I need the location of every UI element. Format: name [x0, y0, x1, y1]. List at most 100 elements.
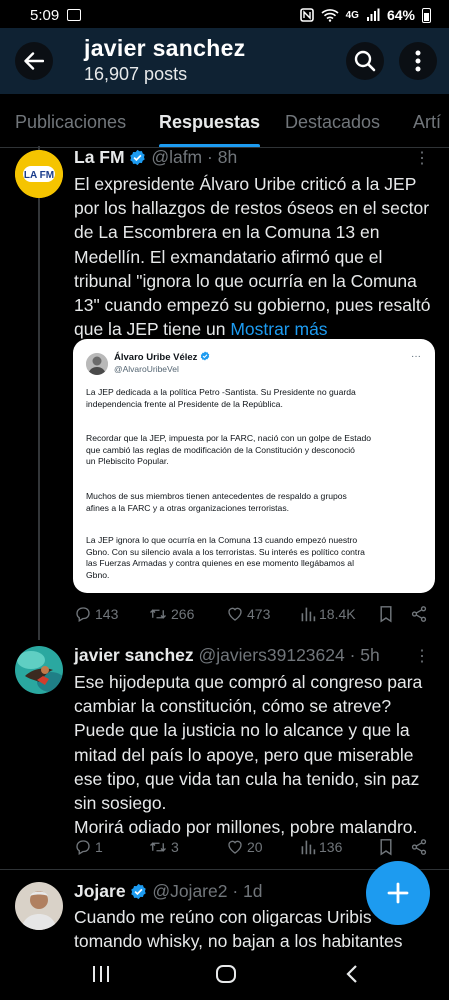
bookmark-icon [380, 839, 392, 856]
more-vertical-icon [415, 50, 421, 72]
avatar[interactable] [15, 646, 63, 694]
embedded-image[interactable]: Álvaro Uribe Vélez @AlvaroUribeVel ··· L… [73, 339, 435, 593]
like-button[interactable]: 20 [226, 838, 263, 856]
tweet-header: Jojare @Jojare2 · 1d [74, 881, 263, 902]
share-button[interactable] [410, 838, 428, 856]
reply-icon [76, 607, 90, 622]
tweet-header: javier sanchez @javiers39123624 · 5h [74, 645, 380, 666]
verified-badge-icon [131, 883, 147, 900]
views-count: 136 [319, 839, 343, 855]
status-time: 5:09 [30, 6, 60, 24]
repost-icon [150, 609, 166, 619]
tweet-header: La FM @lafm · 8h [74, 147, 237, 168]
recent-apps-icon [93, 966, 109, 982]
tweet-time: · 1d [232, 881, 263, 901]
plus-icon [387, 882, 409, 904]
post-count: 16,907 posts [84, 64, 188, 84]
reply-button[interactable]: 143 [74, 605, 118, 623]
lafm-logo-icon: LA FM [15, 150, 63, 198]
share-button[interactable] [410, 605, 428, 623]
like-button[interactable]: 473 [226, 605, 270, 623]
card-name-text: Álvaro Uribe Vélez [114, 352, 198, 363]
views-button[interactable]: 136 [300, 838, 342, 856]
card-line: La JEP ignora lo que ocurría en la Comun… [86, 535, 358, 545]
tweet-text: El expresidente Álvaro Uribe criticó a l… [74, 172, 436, 341]
recent-apps-button[interactable] [86, 962, 116, 986]
card-paragraph: Muchos de sus miembros tienen antecedent… [86, 491, 424, 514]
back-nav-button[interactable] [337, 962, 367, 986]
avatar[interactable]: LA FM [15, 150, 63, 198]
card-paragraph: La JEP ignora lo que ocurría en la Comun… [86, 535, 424, 581]
card-line: Gbno. [86, 569, 110, 580]
search-button[interactable] [346, 42, 384, 80]
author-name[interactable]: La FM [74, 147, 125, 167]
tweet-actions: 143 266 473 18.4K [74, 605, 436, 629]
heart-icon [228, 840, 242, 854]
tweet-line: por los hallazgos de restos óseos en el … [74, 198, 430, 219]
card-line: Muchos de sus miembros tienen antecedent… [86, 491, 347, 501]
network-type: 4G [345, 9, 359, 21]
nfc-icon [299, 8, 314, 22]
author-name[interactable]: javier sanchez [74, 645, 194, 665]
avatar[interactable] [15, 882, 63, 930]
verified-badge-icon [130, 149, 146, 166]
home-button[interactable] [211, 962, 241, 986]
card-line: Gbno. Con su silencio avala a los terror… [86, 546, 365, 557]
author-handle[interactable]: @javiers39123624 [199, 645, 345, 665]
views-chart-icon [301, 607, 316, 622]
profile-name: javier sanchez [84, 35, 246, 61]
repost-button[interactable]: 3 [148, 838, 179, 856]
tab-destacados[interactable]: Destacados [285, 94, 380, 147]
status-icons: 4G 64% [299, 7, 431, 23]
reply-count: 143 [95, 606, 119, 622]
repost-count: 3 [171, 839, 179, 855]
share-icon [411, 839, 427, 855]
tweet-more-button[interactable]: ⋮ [414, 646, 431, 666]
profile-header: javier sanchez 16,907 posts [0, 28, 449, 94]
tweet-line-end: que la JEP tiene un [74, 319, 231, 340]
status-bar: 5:09 4G 64% [0, 0, 449, 30]
reply-icon [76, 840, 90, 855]
reply-button[interactable]: 1 [74, 838, 103, 856]
tweet-line: ese tipo, que vida tan cula ha tenido, s… [74, 768, 420, 789]
card-line: independencia frente al Presidente de la… [86, 398, 283, 409]
repost-button[interactable]: 266 [148, 605, 194, 623]
like-count: 20 [247, 839, 263, 855]
tweet-line: mitad del país lo apoye, pero que misera… [74, 744, 414, 765]
card-line: un Plebiscito Popular. [86, 456, 169, 466]
tweet-line: tomando whisky, no bajan a los habitante… [74, 931, 403, 952]
bookmark-button[interactable] [378, 605, 394, 623]
card-paragraph: Recordar que la JEP, impuesta por la FAR… [86, 433, 424, 468]
more-options-button[interactable] [399, 42, 437, 80]
chevron-left-icon [346, 965, 357, 983]
tab-articulos[interactable]: Artí [413, 94, 441, 147]
author-handle[interactable]: @lafm [151, 147, 202, 167]
tweet-line: tribunal "ignora lo que ocurría en la Co… [74, 270, 417, 291]
show-more-link[interactable]: Mostrar más [230, 319, 327, 339]
thread-line [38, 198, 40, 640]
tweet-line: que la JEP tiene un Mostrar más [74, 317, 436, 341]
views-button[interactable]: 18.4K [300, 605, 356, 623]
user-photo-icon [15, 646, 63, 694]
header-titles: javier sanchez 16,907 posts [84, 35, 245, 85]
tweet-time: · 5h [349, 645, 380, 665]
tweet-line: Morirá odiado por millones, pobre maland… [74, 817, 418, 838]
author-name[interactable]: Jojare [74, 881, 126, 901]
card-line: las Fuerzas Armadas y contra quienes en … [86, 558, 354, 568]
tab-publicaciones[interactable]: Publicaciones [15, 94, 126, 147]
tweet-line: cambiar la constitución, cómo se atreve? [74, 696, 392, 717]
card-paragraph: La JEP dedicada a la política Petro -San… [86, 387, 424, 410]
compose-button[interactable] [366, 861, 430, 925]
wifi-icon [321, 9, 339, 22]
bookmark-button[interactable] [378, 838, 394, 856]
back-button[interactable] [15, 42, 53, 80]
person-photo-icon [86, 353, 108, 375]
tab-respuestas[interactable]: Respuestas [159, 94, 261, 147]
tweet-line: de La Escombrera en la Comuna 13 en [74, 222, 380, 243]
tweet-more-button[interactable]: ⋮ [414, 148, 431, 168]
arrow-left-icon [24, 52, 44, 70]
card-author-name: Álvaro Uribe Vélez [114, 351, 210, 363]
svg-text:LA FM: LA FM [24, 170, 54, 181]
tweet-line: El expresidente Álvaro Uribe criticó a l… [74, 174, 417, 194]
author-handle[interactable]: @Jojare2 [152, 881, 227, 901]
